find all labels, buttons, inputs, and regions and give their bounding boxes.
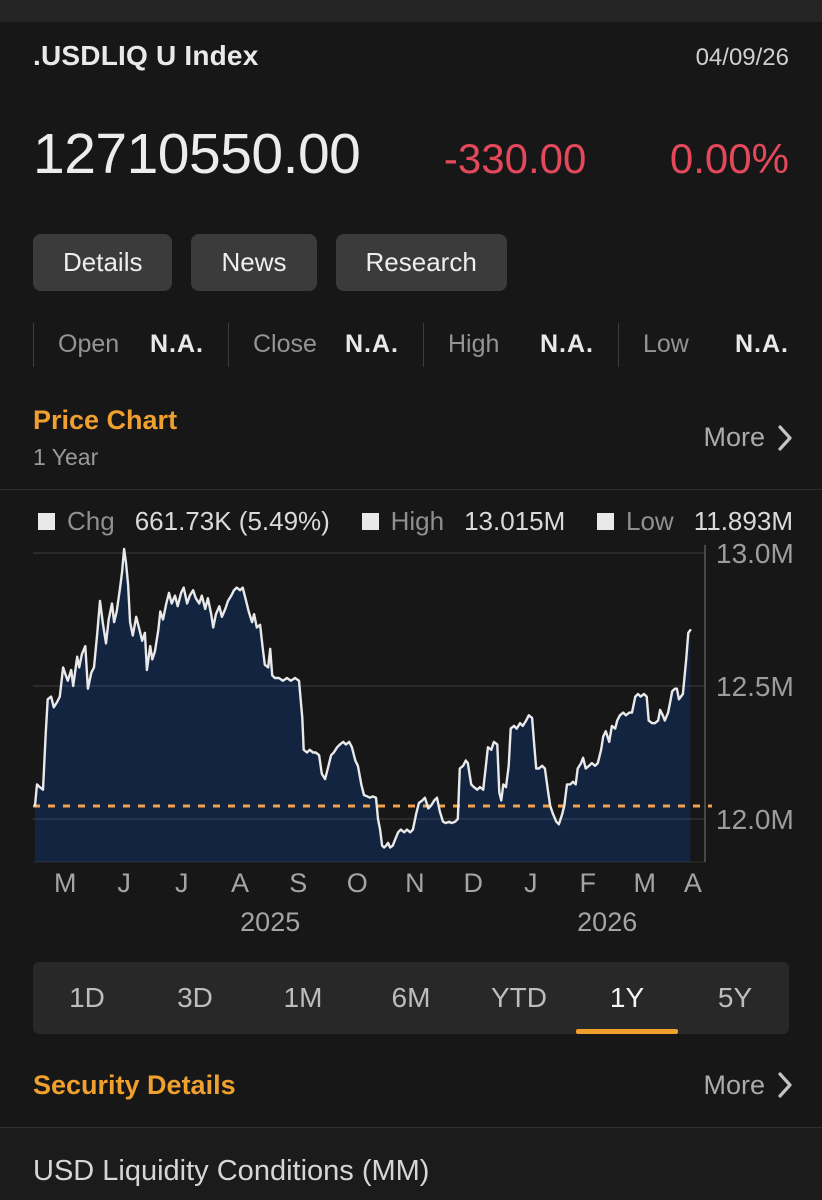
security-details-more-link[interactable]: More <box>703 1070 793 1101</box>
legend-item: High 13.015M <box>361 505 566 537</box>
legend-swatch-icon <box>597 512 615 530</box>
app-root: .USDLIQ U Index 04/09/26 12710550.00 -33… <box>0 0 822 1200</box>
price-chart[interactable]: 13.0M 12.5M 12.0M M J J A S O N D J F M A 2025 2026 <box>0 538 822 952</box>
action-button[interactable]: News <box>191 233 317 291</box>
stat-value: N.A. <box>150 330 204 359</box>
legend-value: 661.73K (5.49%) <box>134 505 330 536</box>
svg-text:13.0M: 13.0M <box>716 539 794 569</box>
range-option[interactable]: 1D <box>33 962 141 1034</box>
chart-legend: Chg 661.73K (5.49%) High 13.015M Low 11.… <box>0 490 822 537</box>
stat-item: Low N.A. <box>618 322 789 367</box>
legend-swatch-icon <box>361 512 379 530</box>
legend-value: 11.893M <box>693 505 793 536</box>
svg-text:12.5M: 12.5M <box>716 671 794 702</box>
action-buttons: Details News Research <box>0 233 822 291</box>
legend-value: 13.015M <box>464 505 566 536</box>
price-chart-section-header: Price Chart 1 Year More <box>0 405 822 471</box>
stat-value: N.A. <box>540 330 594 359</box>
quote-row: 12710550.00 -330.00 0.00% <box>0 122 822 186</box>
svg-text:2026: 2026 <box>577 907 637 937</box>
price-change: -330.00 <box>443 135 587 182</box>
range-option[interactable]: 5Y <box>681 962 789 1034</box>
price-chart-canvas[interactable]: 13.0M12.5M12.0MM J J A S O N D J F M A2025 2026 <box>0 538 822 947</box>
security-description-section: USD Liquidity Conditions (MM) <box>0 1126 822 1200</box>
security-details-section-header: Security Details More <box>0 1070 822 1101</box>
quote-date: 04/09/26 <box>695 44 789 71</box>
range-option[interactable]: 6M <box>357 962 465 1034</box>
stat-value: N.A. <box>345 330 399 359</box>
svg-text:A: A <box>231 868 249 898</box>
svg-text:M: M <box>54 868 77 898</box>
security-description: USD Liquidity Conditions (MM) <box>33 1154 430 1187</box>
page-title: .USDLIQ U Index <box>33 40 259 71</box>
status-bar <box>0 0 822 22</box>
range-selector: 1D 3D 1M 6M YTD 1Y 5Y <box>33 961 789 1034</box>
ohlc-stats-row: Open N.A. Close N.A. High N.A. Low N.A. <box>0 322 822 367</box>
stat-item: Open N.A. <box>33 322 228 367</box>
action-button[interactable]: Research <box>335 233 507 291</box>
stat-label: Low <box>643 330 689 359</box>
stat-label: Open <box>58 330 120 359</box>
range-option[interactable]: YTD <box>465 962 573 1034</box>
range-option[interactable]: 1Y <box>573 962 681 1034</box>
more-label: More <box>703 422 765 453</box>
security-details-title: Security Details <box>33 1069 236 1100</box>
stat-item: High N.A. <box>423 322 618 367</box>
chevron-right-icon <box>778 1072 792 1098</box>
page-header: .USDLIQ U Index 04/09/26 <box>0 22 822 72</box>
stat-label: High <box>448 330 500 359</box>
svg-text:D: D <box>463 868 483 898</box>
legend-item: Chg 661.73K (5.49%) <box>38 506 330 537</box>
svg-text:J: J <box>117 868 131 898</box>
price-chart-title: Price Chart <box>33 404 178 435</box>
svg-text:J: J <box>175 868 189 898</box>
svg-text:M: M <box>633 868 656 898</box>
svg-text:A: A <box>684 868 702 898</box>
svg-text:F: F <box>580 868 597 898</box>
svg-text:2025: 2025 <box>240 907 300 937</box>
stat-value: N.A. <box>735 330 789 359</box>
legend-swatch-icon <box>38 512 55 530</box>
svg-text:N: N <box>405 868 425 898</box>
price-chart-period: 1 Year <box>33 443 99 470</box>
stat-item: Close N.A. <box>228 322 423 367</box>
action-button[interactable]: Details <box>33 233 173 291</box>
svg-text:12.0M: 12.0M <box>716 804 794 835</box>
range-option[interactable]: 1M <box>249 962 357 1034</box>
chevron-right-icon <box>778 424 792 451</box>
legend-label: High <box>390 505 445 536</box>
svg-text:J: J <box>524 868 538 898</box>
last-price: 12710550.00 <box>33 122 361 186</box>
legend-item: Low 11.893M <box>597 506 793 537</box>
price-change-percent: 0.00% <box>669 135 789 182</box>
more-label: More <box>703 1069 765 1100</box>
svg-text:O: O <box>347 868 368 898</box>
range-option[interactable]: 3D <box>141 962 249 1034</box>
svg-text:S: S <box>289 868 307 898</box>
price-chart-more-link[interactable]: More <box>703 422 793 453</box>
legend-label: Low <box>626 505 674 536</box>
stat-label: Close <box>253 330 317 359</box>
legend-label: Chg <box>67 505 115 536</box>
